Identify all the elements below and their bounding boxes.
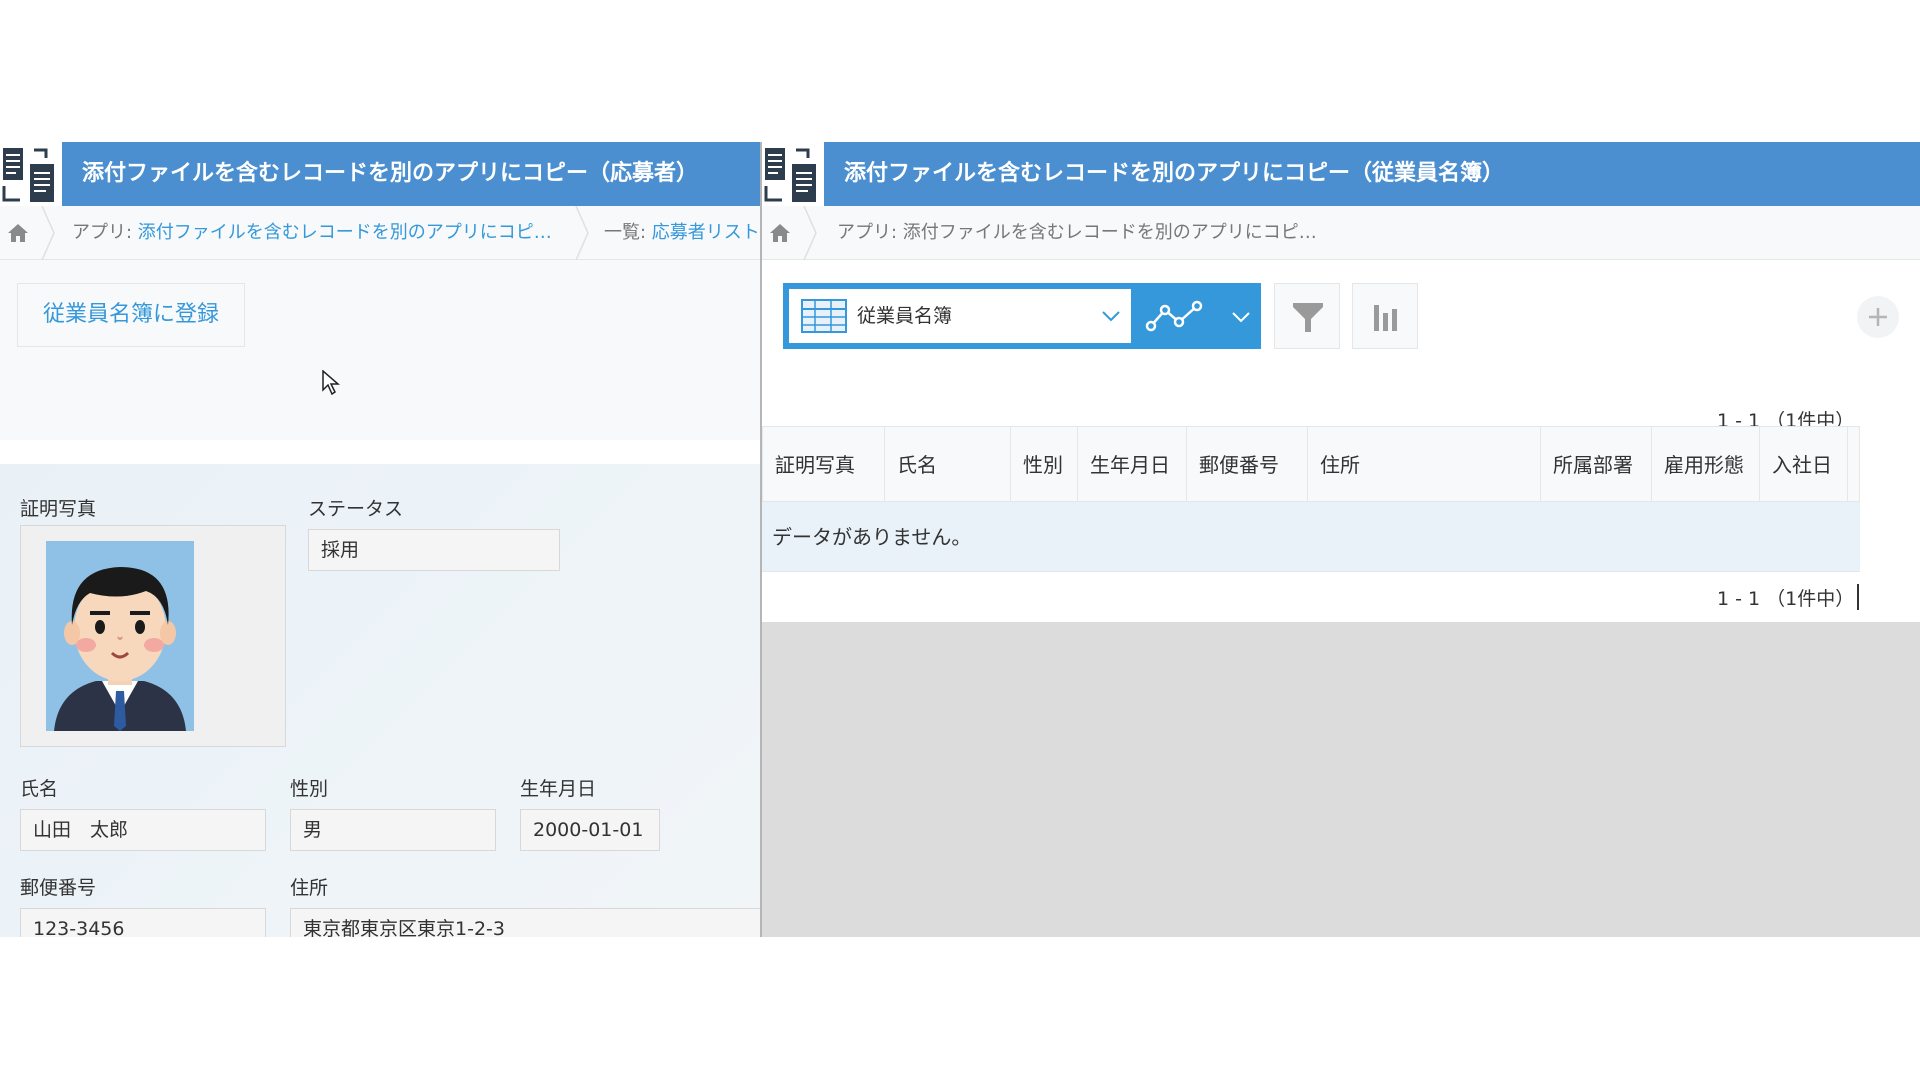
- empty-message: データがありません。: [772, 525, 972, 549]
- home-icon[interactable]: [768, 221, 792, 245]
- list-footer: 1 - 1 （1件中）: [762, 572, 1920, 622]
- name-field[interactable]: 山田 太郎: [20, 809, 266, 851]
- employee-app-panel: 添付ファイルを含むレコードを別のアプリにコピー（従業員名簿） アプリ: 添付ファ…: [762, 142, 1920, 937]
- column-header[interactable]: 雇用形態: [1651, 427, 1759, 503]
- app-title: 添付ファイルを含むレコードを別のアプリにコピー（従業員名簿）: [844, 161, 1505, 186]
- breadcrumb-list: 一覧: 応募者リスト: [604, 222, 760, 243]
- breadcrumb-app: アプリ: 添付ファイルを含むレコードを別のアプリにコピ…: [72, 222, 552, 243]
- chevron-down-icon: [1102, 311, 1120, 322]
- applicant-app-panel: 添付ファイルを含むレコードを別のアプリにコピー（応募者） アプリ: 添付ファイル…: [0, 142, 760, 937]
- text-caret: [1857, 584, 1859, 610]
- applicant-photo: [46, 541, 194, 731]
- photo-label: 証明写真: [20, 498, 97, 520]
- address-label: 住所: [290, 877, 329, 899]
- column-header[interactable]: 住所: [1307, 427, 1540, 503]
- breadcrumb: アプリ: 添付ファイルを含むレコードを別のアプリにコピ…: [762, 206, 1920, 260]
- column-header[interactable]: 証明写真: [762, 427, 884, 503]
- app-icon: [0, 142, 62, 206]
- status-field[interactable]: 採用: [308, 529, 560, 571]
- address-field[interactable]: 東京都東京区東京1-2-3: [290, 908, 760, 937]
- chevron-down-icon[interactable]: [1231, 308, 1251, 326]
- add-record-button[interactable]: [1857, 296, 1899, 338]
- breadcrumb-separator: [803, 206, 817, 260]
- breadcrumb-list-link[interactable]: 応募者リスト: [652, 222, 760, 243]
- breadcrumb: アプリ: 添付ファイルを含むレコードを別のアプリにコピ… 一覧: 応募者リスト: [0, 206, 760, 260]
- mouse-cursor-icon: [322, 370, 340, 396]
- empty-area: [762, 622, 1920, 937]
- table-header: 証明写真 氏名 性別 生年月日 郵便番号 住所 所属部署 雇用形態 入社日: [762, 426, 1860, 503]
- view-dropdown[interactable]: 従業員名簿: [789, 289, 1131, 343]
- plus-icon: [1869, 308, 1887, 326]
- zip-field[interactable]: 123-3456: [20, 908, 266, 937]
- breadcrumb-app-link[interactable]: 添付ファイルを含むレコードを別のアプリにコピ…: [138, 222, 552, 243]
- bar-chart-icon: [1374, 305, 1397, 331]
- column-header[interactable]: 郵便番号: [1186, 427, 1307, 503]
- register-employee-button[interactable]: 従業員名簿に登録: [17, 283, 245, 347]
- table-body: データがありません。: [762, 502, 1860, 572]
- app-icon: [762, 142, 824, 206]
- column-header[interactable]: 生年月日: [1077, 427, 1186, 503]
- column-header[interactable]: 氏名: [884, 427, 1010, 503]
- birthday-field[interactable]: 2000-01-01: [520, 809, 660, 851]
- filter-icon: [1293, 303, 1323, 332]
- gender-field[interactable]: 男: [290, 809, 496, 851]
- chart-button[interactable]: [1352, 283, 1418, 349]
- breadcrumb-app: アプリ: 添付ファイルを含むレコードを別のアプリにコピ…: [837, 222, 1317, 243]
- gender-label: 性別: [290, 778, 329, 800]
- record-action-area: 従業員名簿に登録: [0, 260, 760, 440]
- column-header[interactable]: 入社日: [1759, 427, 1847, 503]
- column-header-spacer: [1847, 427, 1860, 503]
- column-header[interactable]: 所属部署: [1540, 427, 1651, 503]
- breadcrumb-separator: [575, 206, 589, 260]
- app-title: 添付ファイルを含むレコードを別のアプリにコピー（応募者）: [82, 161, 699, 186]
- zip-label: 郵便番号: [20, 877, 97, 899]
- view-toolbar: 従業員名簿 1 - 1 （1件中）: [762, 260, 1920, 450]
- table-view-icon: [801, 299, 847, 333]
- graph-icon[interactable]: [1145, 298, 1205, 334]
- breadcrumb-separator: [41, 206, 55, 260]
- pager-bottom: 1 - 1 （1件中）: [1717, 588, 1855, 610]
- status-label: ステータス: [308, 498, 404, 520]
- column-header[interactable]: 性別: [1010, 427, 1077, 503]
- birthday-label: 生年月日: [520, 778, 597, 800]
- record-list-table: 証明写真 氏名 性別 生年月日 郵便番号 住所 所属部署 雇用形態 入社日 デー…: [762, 426, 1860, 572]
- app-header: 添付ファイルを含むレコードを別のアプリにコピー（応募者）: [0, 142, 760, 206]
- name-label: 氏名: [20, 778, 59, 800]
- photo-attachment[interactable]: [20, 525, 286, 747]
- app-header: 添付ファイルを含むレコードを別のアプリにコピー（従業員名簿）: [762, 142, 1920, 206]
- view-name: 従業員名簿: [857, 305, 953, 327]
- filter-button[interactable]: [1274, 283, 1340, 349]
- home-icon[interactable]: [6, 221, 30, 245]
- view-selector[interactable]: 従業員名簿: [783, 283, 1261, 349]
